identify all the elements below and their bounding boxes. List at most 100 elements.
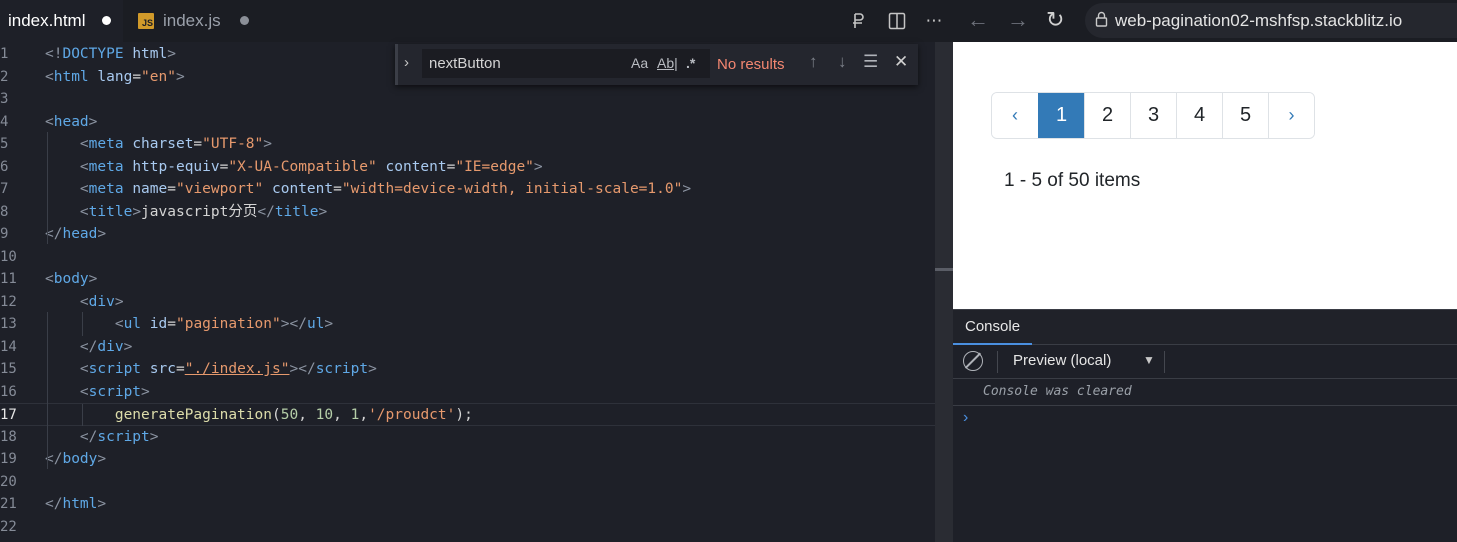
previous-page-button[interactable]: ‹	[992, 93, 1038, 138]
line-number: 17	[0, 407, 17, 423]
tab-index-js[interactable]: JS index.js	[124, 0, 261, 42]
code-token: ></	[289, 361, 316, 377]
editor-scrollbar[interactable]	[935, 42, 953, 542]
code-line[interactable]: 9 </head>	[0, 223, 935, 246]
code-token: =	[333, 181, 342, 197]
code-token: >	[368, 361, 377, 377]
code-token: >	[167, 46, 176, 62]
page-5-button[interactable]: 5	[1222, 93, 1268, 138]
js-file-icon: JS	[138, 13, 154, 29]
code-token: >	[97, 226, 107, 242]
code-token: script	[88, 383, 142, 400]
code-line[interactable]: 22	[0, 516, 935, 539]
code-token: ,	[359, 407, 369, 423]
code-line[interactable]: 8 <title>javascript分页</title>	[0, 201, 935, 224]
match-whole-word-icon[interactable]: Ab|	[657, 55, 678, 71]
code-line[interactable]: 15 <script src="./index.js"></script>	[0, 358, 935, 381]
console-message: Console was cleared	[983, 384, 1132, 399]
clear-console-icon[interactable]	[963, 351, 983, 371]
page-4-button[interactable]: 4	[1176, 93, 1222, 138]
code-text: </body>	[45, 448, 106, 471]
code-token: body	[53, 271, 89, 287]
console-prompt-icon[interactable]: ›	[963, 409, 968, 427]
line-number: 9	[0, 226, 9, 242]
editor-tab-bar: index.html JS index.js ⋯	[0, 0, 953, 42]
back-arrow-icon[interactable]: ←	[967, 7, 989, 33]
context-selector[interactable]: Preview (local)	[1013, 352, 1111, 369]
line-number: 19	[0, 451, 17, 467]
code-token: div	[88, 293, 115, 310]
code-text: </html>	[45, 493, 106, 516]
find-in-selection-icon[interactable]: ☰	[863, 52, 878, 72]
code-token: >	[88, 113, 98, 130]
code-line[interactable]: 14 </div>	[0, 336, 935, 359]
code-token: src	[149, 361, 176, 377]
code-token: "pagination"	[175, 316, 281, 332]
code-text: <meta charset="UTF-8">	[45, 133, 272, 156]
more-actions-icon[interactable]: ⋯	[921, 8, 947, 34]
code-text: <script src="./index.js"></script>	[45, 358, 377, 381]
page-1-button[interactable]: 1	[1038, 93, 1084, 138]
chevron-down-icon[interactable]: ▼	[1143, 353, 1155, 367]
code-line[interactable]: 3	[0, 88, 935, 111]
code-token: >	[97, 496, 107, 512]
tab-index-html[interactable]: index.html	[0, 0, 123, 42]
console-panel: Console Preview (local) ▼ Console was cl…	[953, 309, 1457, 542]
toggle-replace-chevron-icon[interactable]: ›	[404, 54, 409, 71]
code-line[interactable]: 13 <ul id="pagination"></ul>	[0, 313, 935, 336]
code-line[interactable]: 7 <meta name="viewport" content="width=d…	[0, 178, 935, 201]
code-line[interactable]: 12 <div>	[0, 291, 935, 314]
address-bar[interactable]: web-pagination02-mshfsp.stackblitz.io	[1085, 3, 1457, 38]
code-token: >	[123, 338, 133, 355]
code-line[interactable]: 4 <head>	[0, 111, 935, 134]
close-find-icon[interactable]: ✕	[894, 52, 908, 72]
page-3-button[interactable]: 3	[1130, 93, 1176, 138]
code-token: <!	[45, 46, 63, 62]
unsaved-dot-icon[interactable]	[102, 16, 111, 25]
code-token: >	[263, 136, 272, 152]
code-token: meta	[88, 181, 124, 197]
code-token: meta	[88, 158, 124, 175]
line-number: 20	[0, 473, 17, 490]
scrollbar-thumb[interactable]	[935, 268, 953, 271]
code-token: <	[79, 158, 89, 175]
indent-guide	[82, 404, 83, 426]
previous-match-icon[interactable]: ↑	[809, 52, 818, 72]
forward-arrow-icon[interactable]: →	[1007, 7, 1029, 33]
code-line[interactable]: 20	[0, 471, 935, 494]
line-number: 4	[0, 113, 9, 130]
code-token: "en"	[141, 68, 176, 85]
unsaved-dot-icon[interactable]	[240, 16, 249, 25]
code-line[interactable]: 11 <body>	[0, 268, 935, 291]
code-line[interactable]: 19 </body>	[0, 448, 935, 471]
code-line[interactable]: 21 </html>	[0, 493, 935, 516]
code-line[interactable]: 6 <meta http-equiv="X-UA-Compatible" con…	[0, 156, 935, 179]
code-line[interactable]: 5 <meta charset="UTF-8">	[0, 133, 935, 156]
next-page-button[interactable]: ›	[1268, 93, 1314, 138]
tab-console[interactable]: Console	[953, 310, 1033, 345]
indent-guide	[82, 312, 83, 336]
code-token: div	[97, 338, 124, 355]
code-token: html	[53, 68, 89, 85]
code-editor[interactable]: 1 <!DOCTYPE html> 2 <html lang="en"> 3 4 <head…	[0, 42, 935, 542]
code-line[interactable]: 16 <script>	[0, 381, 935, 404]
page-2-button[interactable]: 2	[1084, 93, 1130, 138]
code-line[interactable]: 17 generatePagination(50, 10, 1,'/proudc…	[0, 403, 935, 426]
line-number: 10	[0, 248, 17, 265]
code-token: head	[53, 113, 89, 130]
console-tab-bar: Console	[953, 310, 1457, 345]
code-token: <	[79, 293, 89, 310]
next-match-icon[interactable]: ↓	[838, 52, 847, 72]
use-regex-icon[interactable]: .*	[686, 55, 695, 71]
split-editor-icon[interactable]	[884, 8, 910, 34]
code-text: <head>	[45, 111, 97, 134]
reload-icon[interactable]: ↻	[1046, 7, 1064, 33]
code-token: </	[45, 496, 63, 512]
code-line[interactable]: 18 </script>	[0, 426, 935, 449]
code-line[interactable]: 10	[0, 246, 935, 269]
git-compare-icon[interactable]	[846, 8, 872, 34]
match-case-icon[interactable]: Aa	[631, 55, 648, 71]
